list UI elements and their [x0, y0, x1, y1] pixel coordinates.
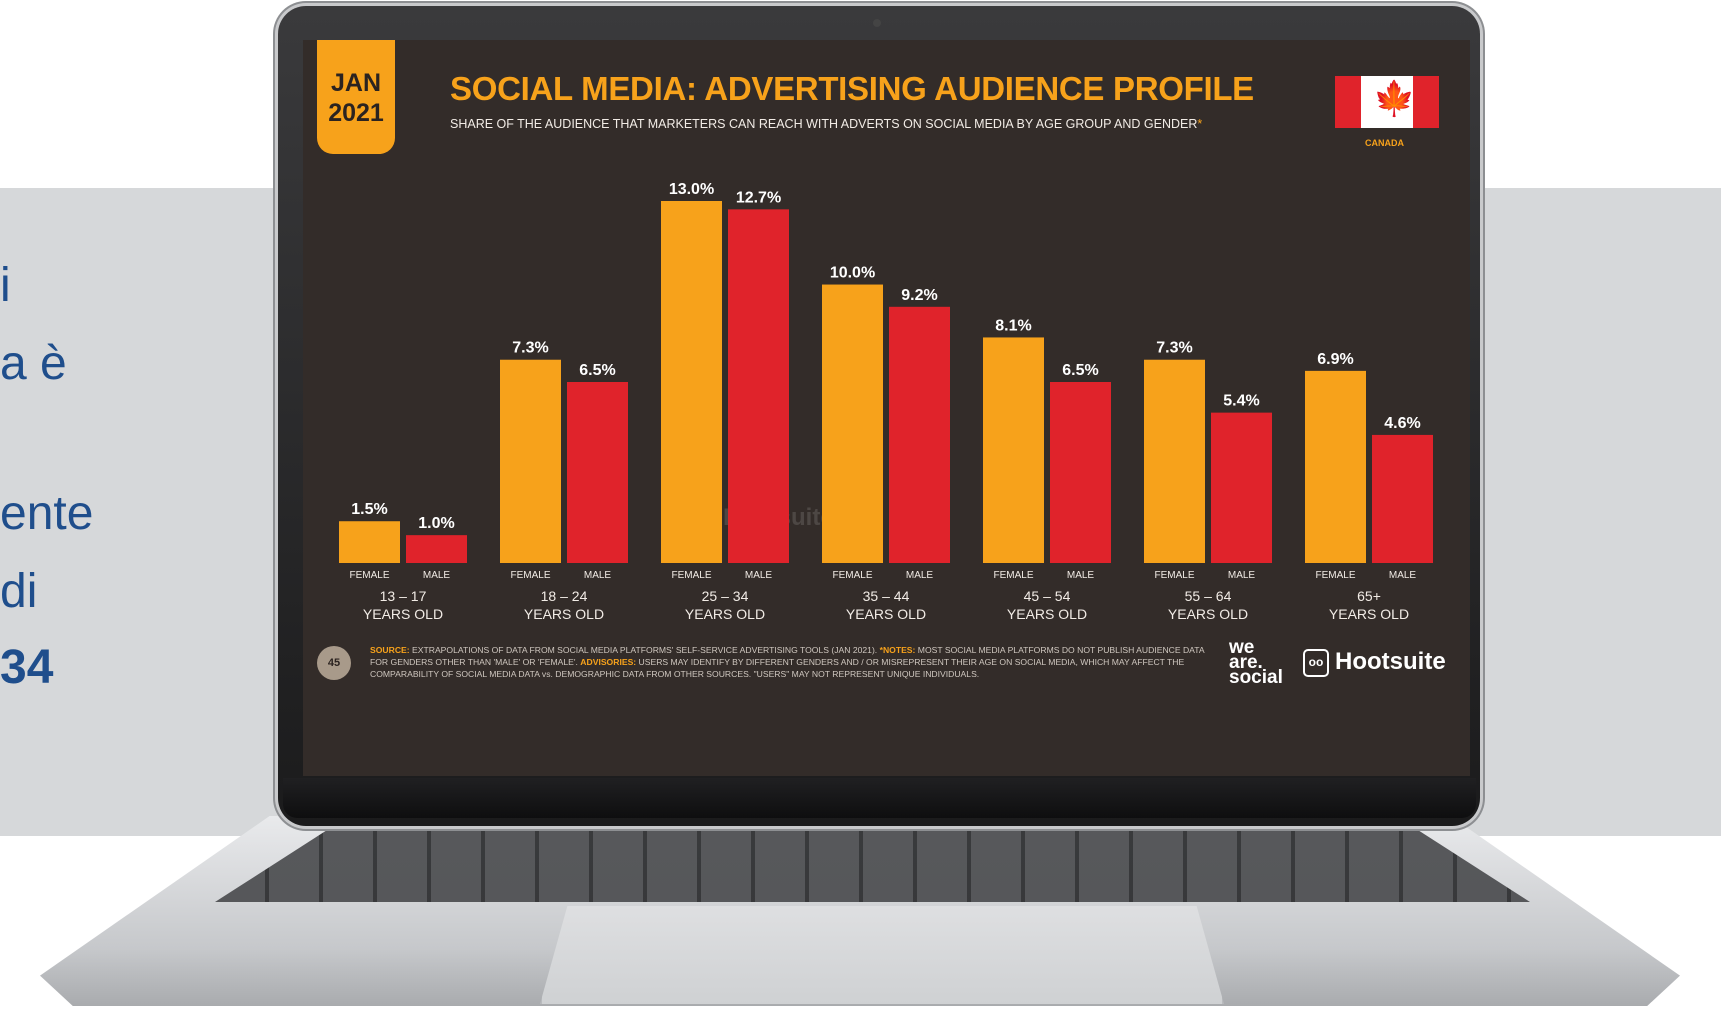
category-sublabel: YEARS OLD: [1329, 606, 1409, 622]
gender-label: MALE: [1389, 570, 1417, 581]
gender-label: FEMALE: [671, 570, 711, 581]
category-sublabel: YEARS OLD: [846, 606, 926, 622]
gender-label: FEMALE: [349, 570, 389, 581]
slide-screen: JAN 2021 SOCIAL MEDIA: ADVERTISING AUDIE…: [303, 40, 1470, 776]
data-label: 1.5%: [351, 501, 387, 518]
bar-female-2: [661, 201, 722, 563]
data-label: 6.9%: [1317, 351, 1353, 368]
data-label: 13.0%: [669, 181, 714, 198]
bar-male-2: [728, 209, 789, 563]
category-sublabel: YEARS OLD: [363, 606, 443, 622]
laptop-bezel: [283, 778, 1476, 818]
bar-female-4: [983, 337, 1044, 563]
gender-label: FEMALE: [993, 570, 1033, 581]
bar-male-6: [1372, 434, 1433, 563]
hootsuite-logo: oo Hootsuite: [1303, 648, 1446, 677]
bar-female-1: [500, 359, 561, 563]
gender-label: MALE: [745, 570, 773, 581]
bar-chart: 1.5% FEMALE 1.0% MALE 13 – 17 YEARS OLD 7.3% FE…: [339, 181, 1433, 622]
category-label: 55 – 64: [1185, 588, 1232, 604]
footnote: SOURCE: EXTRAPOLATIONS OF DATA FROM SOCI…: [370, 644, 1220, 680]
category-label: 18 – 24: [541, 588, 588, 604]
category-label: 25 – 34: [702, 588, 749, 604]
gender-label: FEMALE: [510, 570, 550, 581]
owl-icon: oo: [1303, 648, 1329, 677]
side-text-line-4: ente: [0, 487, 94, 540]
data-label: 4.6%: [1384, 415, 1420, 432]
category-label: 13 – 17: [380, 588, 427, 604]
side-text-line-1: i: [0, 259, 11, 312]
gender-label: FEMALE: [1154, 570, 1194, 581]
data-label: 8.1%: [995, 317, 1031, 334]
laptop-trackpad: [540, 906, 1224, 1004]
gender-label: MALE: [1067, 570, 1095, 581]
bar-male-1: [567, 382, 628, 563]
bar-female-5: [1144, 359, 1205, 563]
source-label: SOURCE:: [370, 645, 410, 655]
we-are-social-logo: we are. social: [1229, 638, 1283, 688]
data-label: 7.3%: [1156, 340, 1192, 357]
bar-male-3: [889, 306, 950, 563]
gender-label: MALE: [1228, 570, 1256, 581]
gender-label: MALE: [423, 570, 451, 581]
side-text-line-2: a è: [0, 337, 67, 390]
data-label: 12.7%: [736, 189, 781, 206]
gender-label: FEMALE: [832, 570, 872, 581]
laptop-keyboard: [215, 826, 1530, 902]
camera-icon: [873, 19, 881, 27]
category-sublabel: YEARS OLD: [524, 606, 604, 622]
page-number-badge: 45: [317, 646, 351, 680]
gender-label: MALE: [584, 570, 612, 581]
bar-male-0: [406, 535, 467, 563]
category-label: 65+: [1357, 588, 1381, 604]
bar-male-4: [1050, 382, 1111, 563]
category-label: 45 – 54: [1024, 588, 1071, 604]
category-label: 35 – 44: [863, 588, 910, 604]
data-label: 6.5%: [579, 362, 615, 379]
gender-label: FEMALE: [1315, 570, 1355, 581]
data-label: 1.0%: [418, 515, 454, 532]
side-text-line-6: 34: [0, 641, 54, 694]
hootsuite-text: Hootsuite: [1335, 648, 1446, 675]
bar-male-5: [1211, 412, 1272, 563]
data-label: 7.3%: [512, 340, 548, 357]
bar-female-6: [1305, 370, 1366, 563]
logo-social: social: [1229, 667, 1283, 688]
category-sublabel: YEARS OLD: [685, 606, 765, 622]
source-text: EXTRAPOLATIONS OF DATA FROM SOCIAL MEDIA…: [409, 645, 880, 655]
category-sublabel: YEARS OLD: [1007, 606, 1087, 622]
side-text-line-5: di: [0, 565, 38, 618]
gender-label: MALE: [906, 570, 934, 581]
data-label: 6.5%: [1062, 362, 1098, 379]
data-label: 5.4%: [1223, 393, 1259, 410]
data-label: 10.0%: [830, 265, 875, 282]
bar-female-0: [339, 521, 400, 563]
notes-label: *NOTES:: [879, 645, 916, 655]
bar-female-3: [822, 284, 883, 563]
category-sublabel: YEARS OLD: [1168, 606, 1248, 622]
data-label: 9.2%: [901, 287, 937, 304]
advisories-label: ADVISORIES:: [580, 657, 637, 667]
